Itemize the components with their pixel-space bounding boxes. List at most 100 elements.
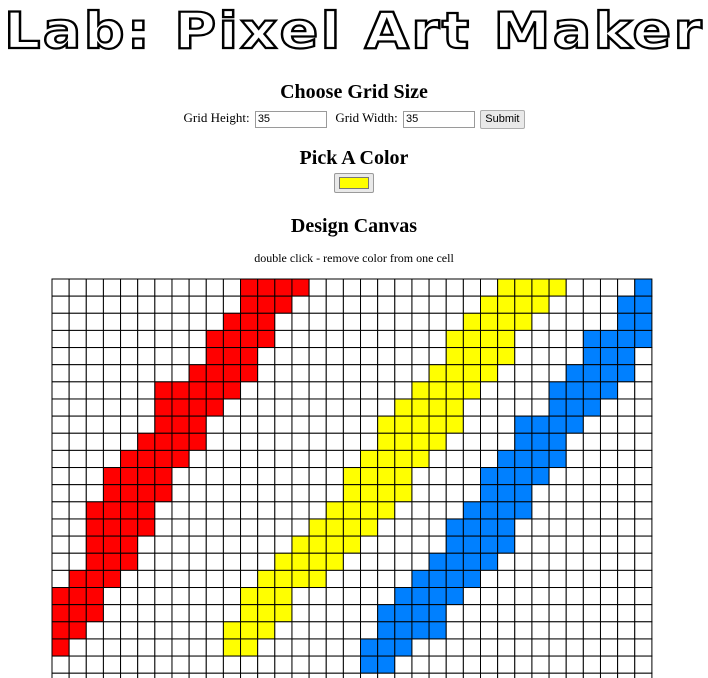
grid-cell[interactable] [360,467,379,486]
grid-cell[interactable] [428,672,447,678]
grid-cell[interactable] [120,295,139,314]
grid-cell[interactable] [377,295,396,314]
grid-width-input[interactable] [403,110,475,128]
grid-cell[interactable] [394,569,413,589]
grid-cell[interactable] [634,552,653,571]
grid-cell[interactable] [360,295,379,314]
grid-cell[interactable] [360,638,379,657]
grid-cell[interactable] [617,621,636,640]
grid-cell[interactable] [188,587,207,606]
grid-cell[interactable] [582,312,601,331]
grid-cell[interactable] [240,552,259,571]
grid-cell[interactable] [565,467,584,486]
grid-cell[interactable] [68,415,87,434]
grid-cell[interactable] [617,587,636,606]
grid-cell[interactable] [120,569,139,589]
grid-cell[interactable] [240,518,259,537]
grid-cell[interactable] [222,278,242,297]
grid-cell[interactable] [120,364,139,383]
grid-cell[interactable] [222,449,242,469]
grid-cell[interactable] [582,295,601,314]
grid-cell[interactable] [599,347,619,366]
grid-cell[interactable] [308,312,327,331]
grid-cell[interactable] [599,467,619,486]
grid-cell[interactable] [428,312,447,331]
grid-cell[interactable] [68,467,87,486]
grid-cell[interactable] [68,381,87,400]
grid-cell[interactable] [514,398,533,417]
grid-cell[interactable] [462,604,481,623]
grid-cell[interactable] [222,535,242,554]
grid-cell[interactable] [102,587,122,606]
grid-cell[interactable] [222,655,242,674]
grid-cell[interactable] [462,398,481,417]
grid-cell[interactable] [205,312,224,331]
grid-cell[interactable] [154,672,173,678]
grid-cell[interactable] [411,552,430,571]
grid-cell[interactable] [120,278,139,297]
grid-cell[interactable] [428,449,447,469]
grid-cell[interactable] [548,518,567,537]
grid-cell[interactable] [257,432,276,451]
grid-cell[interactable] [342,364,362,383]
grid-cell[interactable] [154,364,173,383]
grid-cell[interactable] [102,449,122,469]
grid-cell[interactable] [85,552,104,571]
grid-cell[interactable] [480,518,499,537]
grid-cell[interactable] [240,587,259,606]
grid-cell[interactable] [599,501,619,520]
grid-cell[interactable] [171,278,190,297]
grid-cell[interactable] [137,672,156,678]
grid-cell[interactable] [257,484,276,503]
grid-cell[interactable] [497,398,516,417]
grid-cell[interactable] [617,295,636,314]
grid-cell[interactable] [548,535,567,554]
grid-cell[interactable] [308,672,327,678]
grid-cell[interactable] [291,604,310,623]
grid-cell[interactable] [171,381,190,400]
grid-cell[interactable] [51,398,70,417]
grid-cell[interactable] [548,398,567,417]
grid-cell[interactable] [342,672,362,678]
grid-cell[interactable] [428,535,447,554]
grid-cell[interactable] [188,347,207,366]
grid-cell[interactable] [411,672,430,678]
grid-cell[interactable] [274,398,293,417]
grid-cell[interactable] [137,449,156,469]
grid-cell[interactable] [599,295,619,314]
grid-cell[interactable] [102,278,122,297]
grid-cell[interactable] [445,449,464,469]
grid-cell[interactable] [565,672,584,678]
grid-cell[interactable] [377,329,396,349]
grid-cell[interactable] [480,295,499,314]
grid-cell[interactable] [308,347,327,366]
grid-cell[interactable] [51,484,70,503]
grid-cell[interactable] [480,381,499,400]
grid-cell[interactable] [548,552,567,571]
grid-cell[interactable] [222,295,242,314]
grid-cell[interactable] [308,398,327,417]
grid-cell[interactable] [274,415,293,434]
grid-cell[interactable] [497,604,516,623]
grid-cell[interactable] [394,432,413,451]
grid-cell[interactable] [462,415,481,434]
grid-cell[interactable] [274,329,293,349]
grid-cell[interactable] [68,432,87,451]
grid-cell[interactable] [51,587,70,606]
grid-cell[interactable] [514,295,533,314]
grid-cell[interactable] [599,518,619,537]
grid-cell[interactable] [240,535,259,554]
grid-cell[interactable] [205,587,224,606]
grid-cell[interactable] [360,535,379,554]
grid-cell[interactable] [548,621,567,640]
grid-cell[interactable] [582,398,601,417]
grid-cell[interactable] [274,467,293,486]
grid-cell[interactable] [548,672,567,678]
grid-cell[interactable] [617,569,636,589]
grid-cell[interactable] [428,467,447,486]
grid-cell[interactable] [120,621,139,640]
grid-cell[interactable] [154,312,173,331]
grid-cell[interactable] [617,278,636,297]
grid-cell[interactable] [497,449,516,469]
grid-cell[interactable] [85,535,104,554]
